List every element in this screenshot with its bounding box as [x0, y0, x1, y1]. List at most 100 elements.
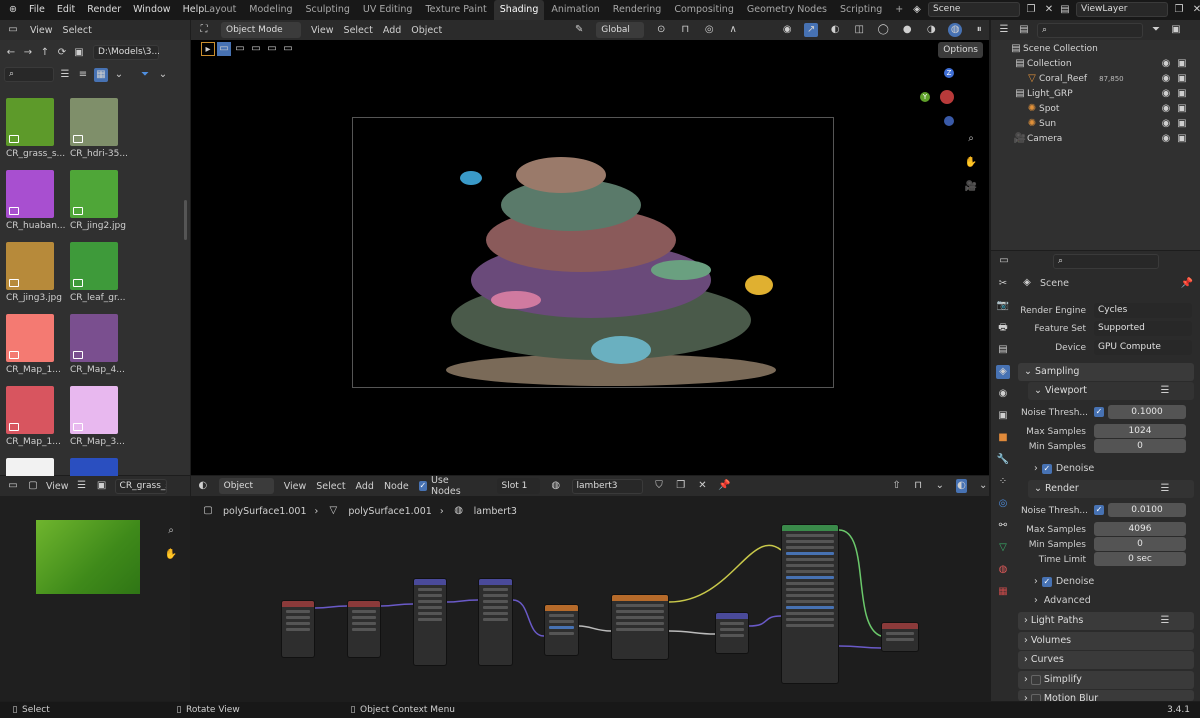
- render-visibility-icon[interactable]: ▣: [1175, 72, 1189, 86]
- sampling-panel-header[interactable]: ⌄ Sampling: [1018, 363, 1194, 381]
- image-browse-icon[interactable]: ▣: [95, 479, 109, 493]
- back-icon[interactable]: ←: [4, 46, 18, 60]
- menu-edit[interactable]: Edit: [52, 0, 80, 20]
- shader-node-editor[interactable]: ◐ Object View Select Add Node ✓ Use Nodes…: [191, 475, 989, 701]
- select-tool-icon[interactable]: ▸: [201, 42, 215, 56]
- outliner-item[interactable]: ▤ Light_GRP ◉ ▣: [1013, 87, 1191, 102]
- hamburger-icon[interactable]: ☰: [75, 479, 89, 493]
- outliner-root[interactable]: ▤ Scene Collection: [1009, 42, 1098, 57]
- navigation-gizmo[interactable]: Z Y: [918, 68, 966, 126]
- workspace-tab-animation[interactable]: Animation: [545, 0, 605, 20]
- refresh-icon[interactable]: ⟳: [55, 46, 69, 60]
- menu-select[interactable]: Select: [344, 25, 373, 36]
- z-axis-icon[interactable]: Z: [944, 68, 954, 78]
- thumbnail-view-icon[interactable]: ▦: [94, 67, 108, 82]
- simplify-checkbox[interactable]: [1030, 674, 1041, 685]
- properties-search-input[interactable]: ⌕: [1053, 253, 1159, 269]
- editor-type-icon[interactable]: ⛶: [197, 23, 211, 37]
- wireframe-shading-icon[interactable]: ◯: [876, 23, 890, 37]
- scrollbar[interactable]: [184, 200, 187, 240]
- copy-icon[interactable]: ❐: [1024, 3, 1038, 17]
- outliner-search-input[interactable]: ⌕: [1037, 22, 1143, 38]
- falloff-icon[interactable]: ∧: [726, 23, 740, 37]
- presets-icon[interactable]: ☰: [1158, 614, 1172, 628]
- data-tab-icon[interactable]: ▽: [996, 541, 1010, 555]
- r-denoise-checkbox[interactable]: ✓: [1041, 576, 1052, 587]
- physics-tab-icon[interactable]: ◎: [996, 497, 1010, 511]
- new-collection-icon[interactable]: ▣: [1169, 23, 1183, 37]
- curves-panel[interactable]: › Curves: [1018, 651, 1194, 669]
- workspace-tab-sculpting[interactable]: Sculpting: [300, 0, 356, 20]
- node-image-texture-large[interactable]: [611, 594, 669, 660]
- visibility-icon[interactable]: ◉: [780, 23, 794, 37]
- render-tab-icon[interactable]: 📷: [996, 299, 1010, 313]
- forward-icon[interactable]: →: [21, 46, 35, 60]
- pan-hand-icon[interactable]: ✋: [164, 548, 178, 562]
- file-item[interactable]: CR_leaf_gr...: [70, 242, 132, 303]
- new-folder-icon[interactable]: ▣: [72, 46, 86, 60]
- r-denoise-row[interactable]: › ✓ Denoise: [1034, 576, 1094, 587]
- particles-tab-icon[interactable]: ⁘: [996, 475, 1010, 489]
- detail-view-icon[interactable]: ≡: [76, 68, 90, 82]
- workspace-tab-shading[interactable]: Shading: [493, 0, 545, 20]
- pivot-icon[interactable]: ⊙: [654, 23, 668, 37]
- node-image-texture[interactable]: [544, 604, 579, 656]
- workspace-tab-compositing[interactable]: Compositing: [668, 0, 740, 20]
- render-engine-dropdown[interactable]: Cycles: [1094, 303, 1192, 318]
- menu-window[interactable]: Window: [128, 0, 175, 20]
- xray-icon[interactable]: ◫: [852, 23, 866, 37]
- rendered-shading-icon[interactable]: ◍: [948, 23, 963, 37]
- node-texture-coordinate-2[interactable]: [347, 600, 381, 658]
- eye-visibility-icon[interactable]: ◉: [1159, 132, 1173, 146]
- file-item[interactable]: CR_jing2.jpg: [70, 170, 132, 231]
- collection-tab-icon[interactable]: ▣: [996, 409, 1010, 423]
- render-visibility-icon[interactable]: ▣: [1175, 102, 1189, 116]
- path-field[interactable]: D:\Models\3...: [93, 45, 160, 60]
- motion-blur-panel[interactable]: › Motion Blur: [1018, 690, 1194, 701]
- file-item[interactable]: CR_Map_1...: [6, 314, 68, 375]
- menu-add[interactable]: Add: [383, 25, 401, 36]
- outliner-item[interactable]: ▽ Coral_Reef 87,850 ◉ ▣: [1025, 72, 1191, 87]
- editor-type-icon[interactable]: ☰: [997, 23, 1011, 37]
- eye-visibility-icon[interactable]: ◉: [1159, 87, 1173, 101]
- file-item[interactable]: CR_hdri-35...: [70, 98, 132, 159]
- menu-file[interactable]: File: [24, 0, 50, 20]
- proportional-icon[interactable]: ◎: [702, 23, 716, 37]
- texture-tab-icon[interactable]: ▦: [996, 585, 1010, 599]
- solid-shading-icon[interactable]: ●: [900, 23, 914, 37]
- eye-visibility-icon[interactable]: ◉: [1159, 72, 1173, 86]
- filter-icon[interactable]: ⏷: [1149, 23, 1163, 37]
- zoom-icon[interactable]: ⌕: [164, 524, 178, 538]
- node-texture-coordinate[interactable]: [281, 600, 315, 658]
- pan-hand-icon[interactable]: ✋: [964, 156, 978, 170]
- modifier-tab-icon[interactable]: 🔧: [996, 453, 1010, 467]
- view-layer-tab-icon[interactable]: ▤: [996, 343, 1010, 357]
- render-visibility-icon[interactable]: ▣: [1175, 87, 1189, 101]
- filter-icon[interactable]: ⏷: [138, 68, 152, 82]
- close-icon[interactable]: ✕: [1042, 3, 1056, 17]
- file-item[interactable]: CR_Map_3...: [70, 386, 132, 447]
- eye-visibility-icon[interactable]: ◉: [1159, 57, 1173, 71]
- options-button[interactable]: Options: [938, 42, 983, 58]
- device-dropdown[interactable]: GPU Compute: [1094, 340, 1192, 355]
- vp-noise-field[interactable]: 0.1000: [1108, 405, 1186, 419]
- menu-render[interactable]: Render: [82, 0, 126, 20]
- volumes-panel[interactable]: › Volumes: [1018, 632, 1194, 650]
- menu-view[interactable]: View: [311, 25, 334, 36]
- workspace-tab-scripting[interactable]: Scripting: [834, 0, 888, 20]
- outliner-item[interactable]: ▤ Collection ◉ ▣: [1013, 57, 1191, 72]
- list-view-icon[interactable]: ☰: [58, 68, 72, 82]
- transform-orientation-dropdown[interactable]: Global: [596, 22, 645, 38]
- render-visibility-icon[interactable]: ▣: [1175, 57, 1189, 71]
- chevron-down-icon[interactable]: ⌄: [156, 68, 170, 82]
- editor-type-icon[interactable]: ▭: [997, 254, 1011, 268]
- view-layer-field[interactable]: ViewLayer: [1076, 2, 1168, 17]
- render-visibility-icon[interactable]: ▣: [1175, 132, 1189, 146]
- select-intersect-icon[interactable]: ▭: [281, 42, 295, 56]
- eye-visibility-icon[interactable]: ◉: [1159, 102, 1173, 116]
- outliner-item[interactable]: 🎥Camera ◉ ▣: [1013, 132, 1191, 147]
- workspace-tab-rendering[interactable]: Rendering: [607, 0, 668, 20]
- pause-icon[interactable]: ⏸: [972, 23, 986, 37]
- r-max-samples-field[interactable]: 4096: [1094, 522, 1186, 536]
- view-mode-icon[interactable]: ▢: [26, 479, 40, 493]
